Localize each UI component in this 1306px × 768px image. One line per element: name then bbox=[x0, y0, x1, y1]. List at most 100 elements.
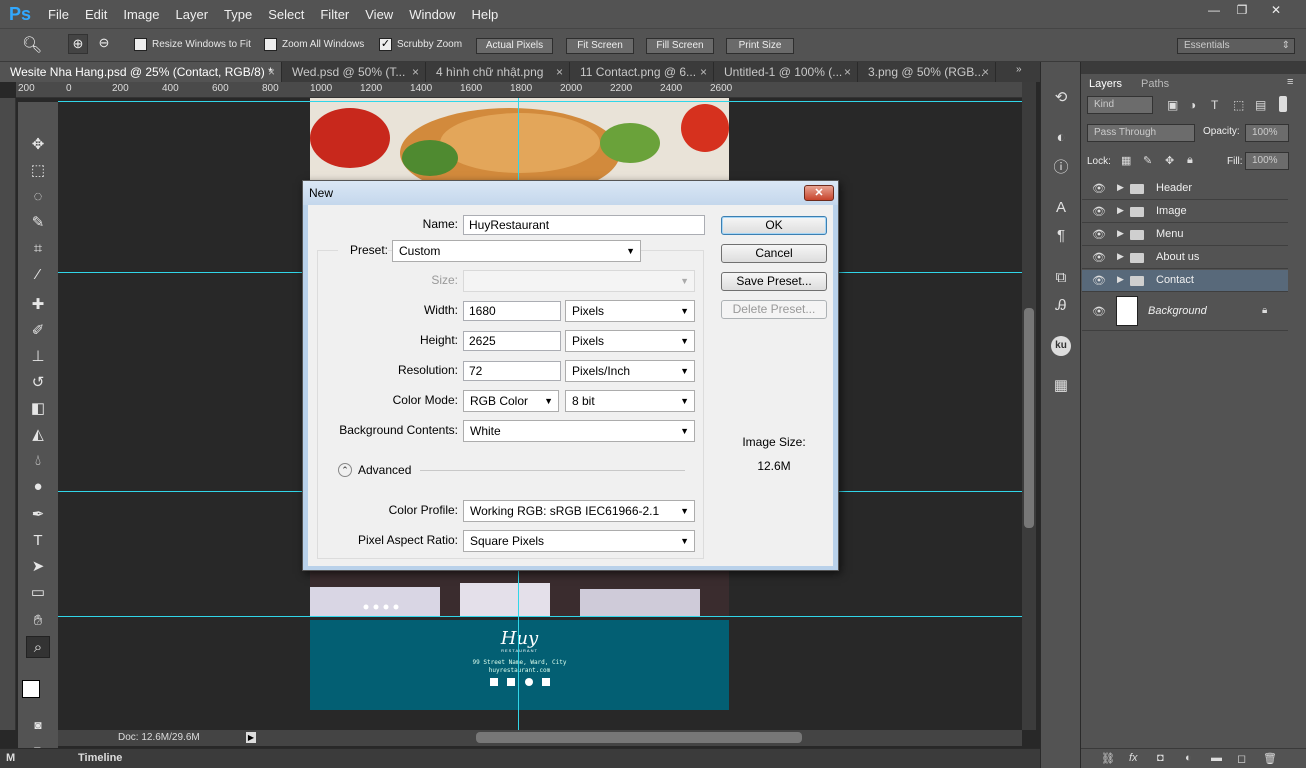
fit-screen-button[interactable]: Fit Screen bbox=[566, 38, 634, 54]
resolution-unit-select[interactable]: Pixels/Inch ▼ bbox=[565, 360, 695, 382]
path-select-icon[interactable]: ➤ bbox=[26, 556, 50, 578]
ok-button[interactable]: OK bbox=[721, 216, 827, 235]
menu-window[interactable]: Window bbox=[401, 7, 463, 22]
lasso-tool-icon[interactable]: ◌ bbox=[26, 186, 50, 208]
tab-layers[interactable]: Layers bbox=[1083, 74, 1129, 94]
lock-pixels-icon[interactable]: ✎ bbox=[1143, 154, 1152, 167]
blur-tool-icon[interactable]: 💧︎ bbox=[26, 450, 50, 472]
expand-arrow-icon[interactable]: ▶ bbox=[1117, 182, 1124, 193]
info-icon[interactable]: ⓘ bbox=[1051, 158, 1071, 178]
menu-type[interactable]: Type bbox=[216, 7, 260, 22]
filter-adjustment-icon[interactable]: ◑ bbox=[1189, 98, 1196, 112]
save-preset-button[interactable]: Save Preset... bbox=[721, 272, 827, 291]
close-tab-icon[interactable]: × bbox=[844, 62, 851, 82]
new-group-icon[interactable]: ▬ bbox=[1211, 752, 1222, 764]
zoom-all-checkbox[interactable] bbox=[264, 38, 277, 51]
close-tab-icon[interactable]: × bbox=[700, 62, 707, 82]
tab-11-contact[interactable]: 11 Contact.png @ 6... × bbox=[570, 62, 714, 82]
name-input[interactable]: HuyRestaurant bbox=[463, 215, 705, 235]
hand-tool-icon[interactable]: ✋︎ bbox=[26, 610, 50, 632]
filter-kind-select[interactable]: Kind bbox=[1087, 96, 1153, 114]
eye-icon[interactable]: 👁︎ bbox=[1092, 228, 1106, 241]
character-icon[interactable]: A bbox=[1051, 198, 1071, 218]
menu-edit[interactable]: Edit bbox=[77, 7, 115, 22]
adjustment-layer-icon[interactable]: ◐ bbox=[1185, 752, 1192, 764]
resize-windows-checkbox[interactable] bbox=[134, 38, 147, 51]
fill-field[interactable]: 100% bbox=[1245, 152, 1289, 170]
tab-website-nha-hang[interactable]: Wesite Nha Hang.psd @ 25% (Contact, RGB/… bbox=[0, 62, 282, 82]
eye-icon[interactable]: 👁︎ bbox=[1092, 274, 1106, 287]
expand-arrow-icon[interactable]: ▶ bbox=[1117, 274, 1124, 285]
menu-view[interactable]: View bbox=[357, 7, 401, 22]
expand-arrow-icon[interactable]: ▶ bbox=[1117, 205, 1124, 216]
layer-contact[interactable]: 👁︎ ▶ Contact bbox=[1082, 270, 1288, 292]
filter-type-icon[interactable]: T bbox=[1211, 98, 1218, 112]
menu-layer[interactable]: Layer bbox=[168, 7, 217, 22]
zoom-tool-icon[interactable]: 🔍︎ bbox=[22, 35, 42, 55]
opacity-field[interactable]: 100% bbox=[1245, 124, 1289, 142]
fill-screen-button[interactable]: Fill Screen bbox=[646, 38, 714, 54]
delete-layer-icon[interactable]: 🗑︎ bbox=[1263, 752, 1277, 765]
zoom-tool-icon[interactable]: ⌕ bbox=[26, 636, 50, 658]
play-icon[interactable]: ▶ bbox=[246, 732, 256, 743]
menu-filter[interactable]: Filter bbox=[312, 7, 357, 22]
healing-brush-icon[interactable]: ✚ bbox=[26, 294, 50, 316]
tab-wed[interactable]: Wed.psd @ 50% (T... × bbox=[282, 62, 426, 82]
layer-about-us[interactable]: 👁︎ ▶ About us bbox=[1082, 247, 1288, 269]
move-tool-icon[interactable]: ✥ bbox=[26, 134, 50, 156]
dodge-tool-icon[interactable]: ● bbox=[26, 476, 50, 498]
height-input[interactable]: 2625 bbox=[463, 331, 561, 351]
fx-icon[interactable]: fx bbox=[1129, 752, 1138, 764]
history-icon[interactable]: ⟲ bbox=[1051, 88, 1071, 108]
quick-mask-icon[interactable]: ◙ bbox=[26, 714, 50, 736]
quick-select-tool-icon[interactable]: ✎ bbox=[26, 212, 50, 234]
zoom-out-icon[interactable]: ⊖ bbox=[94, 34, 114, 54]
mini-bridge-label[interactable]: M bbox=[6, 752, 15, 764]
brush-tool-icon[interactable]: ✐ bbox=[26, 320, 50, 342]
history-brush-icon[interactable]: ↺ bbox=[26, 372, 50, 394]
layer-background[interactable]: 👁︎ Background 🔒︎ bbox=[1082, 293, 1288, 331]
type-tool-icon[interactable]: T bbox=[26, 530, 50, 552]
width-input[interactable]: 1680 bbox=[463, 301, 561, 321]
blend-mode-select[interactable]: Pass Through bbox=[1087, 124, 1195, 142]
link-layers-icon[interactable]: ⛓ bbox=[1101, 752, 1115, 765]
lock-position-icon[interactable]: ✥ bbox=[1165, 154, 1174, 167]
resolution-input[interactable]: 72 bbox=[463, 361, 561, 381]
layer-image[interactable]: 👁︎ ▶ Image bbox=[1082, 201, 1288, 223]
filter-pixel-icon[interactable]: ▣ bbox=[1167, 98, 1178, 112]
eye-icon[interactable]: 👁︎ bbox=[1092, 182, 1106, 195]
tabs-overflow-icon[interactable]: » bbox=[1016, 64, 1022, 75]
panel-menu-icon[interactable]: ≡ bbox=[1287, 76, 1293, 88]
menu-select[interactable]: Select bbox=[260, 7, 312, 22]
clone-stamp-icon[interactable]: ⊥ bbox=[26, 346, 50, 368]
cancel-button[interactable]: Cancel bbox=[721, 244, 827, 263]
filter-toggle[interactable] bbox=[1279, 96, 1287, 112]
scroll-thumb[interactable] bbox=[476, 732, 802, 743]
menu-file[interactable]: File bbox=[40, 7, 77, 22]
layer-header[interactable]: 👁︎ ▶ Header bbox=[1082, 178, 1288, 200]
eyedropper-tool-icon[interactable]: ⁄ bbox=[26, 264, 50, 286]
color-mode-select[interactable]: RGB Color ▼ bbox=[463, 390, 559, 412]
tab-paths[interactable]: Paths bbox=[1135, 74, 1175, 94]
close-window-button[interactable]: ✕ bbox=[1262, 2, 1290, 18]
close-tab-icon[interactable]: × bbox=[412, 62, 419, 82]
eye-icon[interactable]: 👁︎ bbox=[1092, 305, 1106, 318]
kuler-icon[interactable]: ku bbox=[1051, 336, 1071, 356]
color-profile-select[interactable]: Working RGB: sRGB IEC61966-2.1 ▼ bbox=[463, 500, 695, 522]
height-unit-select[interactable]: Pixels ▼ bbox=[565, 330, 695, 352]
crop-tool-icon[interactable]: ⌗ bbox=[26, 238, 50, 260]
width-unit-select[interactable]: Pixels ▼ bbox=[565, 300, 695, 322]
eye-icon[interactable]: 👁︎ bbox=[1092, 251, 1106, 264]
pixel-aspect-select[interactable]: Square Pixels ▼ bbox=[463, 530, 695, 552]
adjustments-icon[interactable]: ◐ bbox=[1051, 128, 1071, 148]
scroll-thumb[interactable] bbox=[1024, 308, 1034, 528]
close-tab-icon[interactable]: × bbox=[556, 62, 563, 82]
bit-depth-select[interactable]: 8 bit ▼ bbox=[565, 390, 695, 412]
print-size-button[interactable]: Print Size bbox=[726, 38, 794, 54]
paragraph-icon[interactable]: ¶ bbox=[1051, 226, 1071, 246]
vertical-scrollbar[interactable] bbox=[1022, 82, 1036, 730]
expand-arrow-icon[interactable]: ▶ bbox=[1117, 251, 1124, 262]
scrubby-zoom-checkbox[interactable]: ✓ bbox=[379, 38, 392, 51]
paragraph-styles-icon[interactable]: Ꭿ bbox=[1051, 296, 1071, 316]
actual-pixels-button[interactable]: Actual Pixels bbox=[476, 38, 553, 54]
